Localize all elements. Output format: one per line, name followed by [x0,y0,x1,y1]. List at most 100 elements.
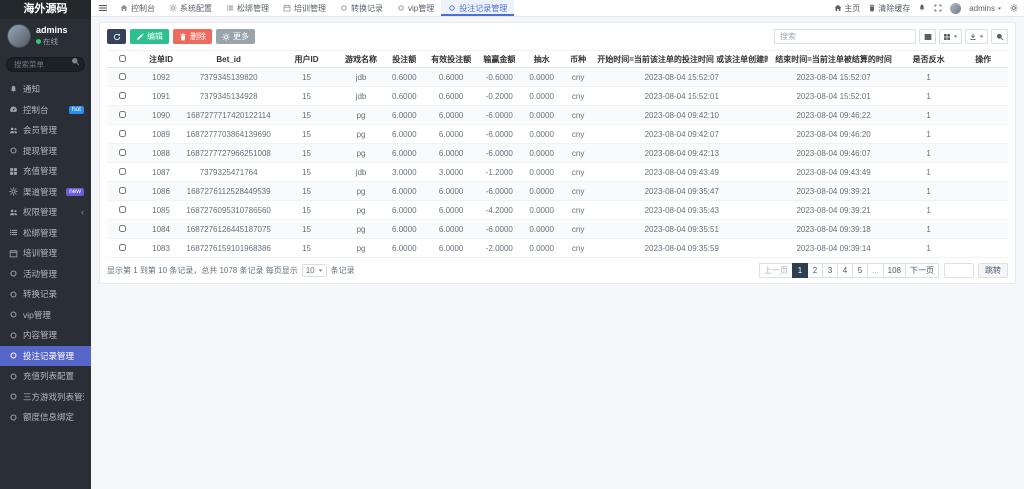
users-icon [9,126,18,135]
ring-icon [448,4,456,12]
sidebar-item-0[interactable]: 通知 [0,79,91,100]
row-checkbox[interactable] [119,110,127,118]
clear-cache-link[interactable]: 清除缓存 [868,3,910,14]
row-checkbox[interactable] [119,148,127,156]
sidebar-item-label: 充值列表配置 [23,371,75,382]
page-button-4[interactable]: 4 [836,263,853,278]
sidebar-item-14[interactable]: 充值列表配置 [0,366,91,387]
next-page-button[interactable]: 下一页 [905,263,939,278]
edit-button[interactable]: 编辑 [130,29,169,44]
column-header: 游戏名称 [339,50,383,68]
cell: 2023-08-04 09:39:21 [768,181,899,201]
tab-6[interactable]: 投注记录管理 [441,0,515,16]
cell: pg [339,219,383,239]
cell: 1091 [138,86,184,106]
advanced-search-button[interactable] [991,29,1008,44]
sidebar-item-3[interactable]: 提现管理 [0,141,91,162]
cell: 1092 [138,67,184,87]
page-button-...[interactable]: ... [866,263,884,278]
page-button-3[interactable]: 3 [821,263,838,278]
prev-page-button[interactable]: 上一页 [758,263,793,278]
cell: 1 [898,162,959,182]
sidebar-item-1[interactable]: 控制台 hot [0,100,91,121]
cell: pg [339,124,383,144]
sidebar-item-label: 培训管理 [23,248,58,259]
sidebar-item-11[interactable]: vip管理 [0,305,91,326]
cell: 6.0000 [382,181,426,201]
cell: cny [561,86,596,106]
bell-icon[interactable] [918,4,926,12]
page-button-108[interactable]: 108 [882,263,906,278]
sidebar-menu: 通知 控制台 hot 会员管理 提现管理充值管理渠道管理 new 权限管理 ‹ 松绑管理培训管理… [0,79,91,489]
search-icon[interactable] [71,57,80,66]
cell: 6.0000 [382,105,426,125]
cell: 0.0000 [522,143,562,163]
row-checkbox[interactable] [119,186,127,194]
page-size-select[interactable]: 10 [301,264,327,277]
table-search-input[interactable] [774,29,916,44]
sidebar-item-2[interactable]: 会员管理 [0,120,91,141]
page-button-2[interactable]: 2 [806,263,823,278]
tab-1[interactable]: 系统配置 [162,0,219,16]
user-menu[interactable]: admins [969,4,1002,13]
settings-gear-icon[interactable] [1010,4,1018,12]
sidebar-item-9[interactable]: 活动管理 [0,264,91,285]
record-info-text: 显示第 1 到第 10 条记录，总共 1078 条记录 每页显示 [107,266,298,275]
trash-icon [179,33,187,41]
tab-0[interactable]: 控制台 [113,0,162,16]
refresh-button[interactable] [107,29,126,44]
sidebar-item-7[interactable]: 松绑管理 [0,223,91,244]
cell: 6.0000 [425,143,477,163]
navbar-avatar[interactable] [950,2,962,14]
cell: 1687276095310786560 [183,200,274,220]
sidebar-item-6[interactable]: 权限管理 ‹ [0,202,91,223]
table-header-row: 注单ID Bet_id 用户ID 游戏名称 投注额 有效投注额 输赢金额 抽水 币种 开始时间=当… [107,50,1008,68]
page-button-1[interactable]: 1 [791,263,808,278]
tab-5[interactable]: vip管理 [390,0,441,16]
row-checkbox[interactable] [119,72,127,80]
toggle-search-button[interactable] [919,29,936,44]
sidebar-item-13[interactable]: 投注记录管理 [0,345,91,366]
sidebar-item-8[interactable]: 培训管理 [0,243,91,264]
columns-button[interactable] [939,29,962,44]
fullscreen-icon[interactable] [934,4,942,12]
cell: 2023-08-04 09:39:18 [768,219,899,239]
sidebar-item-4[interactable]: 充值管理 [0,161,91,182]
sidebar-item-15[interactable]: 三方游戏列表管理 [0,387,91,408]
tab-2[interactable]: 松绑管理 [219,0,276,16]
row-checkbox[interactable] [119,167,127,175]
hamburger-icon[interactable] [98,3,108,13]
jump-button[interactable]: 跳转 [978,263,1008,278]
jump-page-input[interactable] [944,263,974,278]
tab-4[interactable]: 转换记录 [333,0,390,16]
table-card: 编辑 删除 更多 搜索 注单ID Bet_id 用户ID 游戏名称 投注额 有效… [99,22,1016,284]
more-button[interactable]: 更多 [216,29,255,44]
sidebar-item-10[interactable]: 转换记录 [0,284,91,305]
sidebar-item-12[interactable]: 内容管理 [0,325,91,346]
row-checkbox[interactable] [119,91,127,99]
cell: pg [339,105,383,125]
export-button[interactable] [965,29,988,44]
row-checkbox[interactable] [119,224,127,232]
tab-label: vip管理 [408,3,435,13]
sidebar-item-label: 充值管理 [23,166,58,177]
sidebar-item-label: 活动管理 [23,268,58,279]
cell: 1 [898,238,959,258]
page-button-5[interactable]: 5 [851,263,868,278]
column-header: Bet_id [183,50,274,68]
row-checkbox[interactable] [119,129,127,137]
cell: 1 [898,67,959,87]
sidebar-item-5[interactable]: 渠道管理 new [0,182,91,203]
tab-3[interactable]: 培训管理 [276,0,333,16]
cell: 1 [898,200,959,220]
cell: 1 [898,143,959,163]
avatar[interactable] [7,24,31,48]
row-checkbox[interactable] [119,205,127,213]
columns-icon [943,33,951,41]
select-all-checkbox[interactable] [119,54,127,62]
sidebar-item-16[interactable]: 额度信息绑定 [0,407,91,428]
home-link[interactable]: 主页 [834,3,860,14]
row-checkbox[interactable] [119,243,127,251]
header-checkbox-cell [107,50,139,68]
delete-button[interactable]: 删除 [173,29,212,44]
